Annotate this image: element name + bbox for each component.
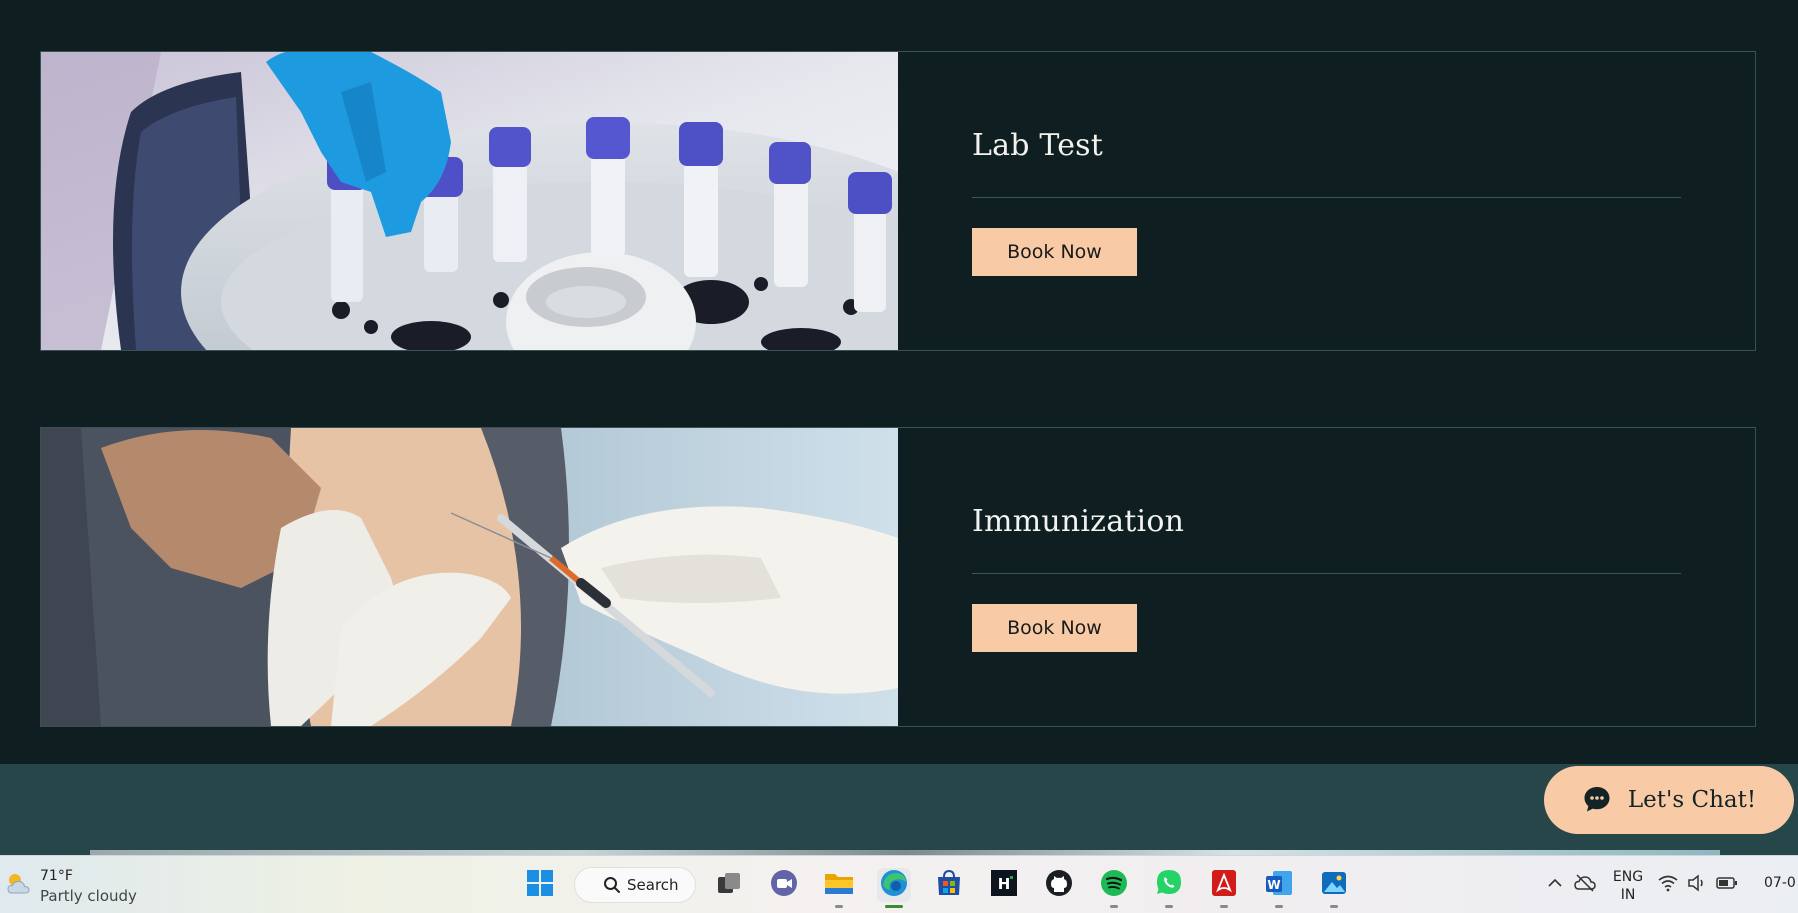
service-card-immunization: Immunization Book Now [40, 427, 1756, 727]
language-line2: IN [1620, 887, 1636, 903]
task-view-icon [714, 868, 744, 903]
book-now-button-lab-test[interactable]: Book Now [972, 228, 1137, 276]
running-indicator [1110, 905, 1118, 908]
task-view-button[interactable] [712, 868, 746, 902]
file-explorer-button[interactable] [822, 868, 856, 908]
volume-icon [1687, 873, 1707, 897]
wifi-icon [1658, 874, 1678, 897]
onedrive-button[interactable] [1568, 868, 1602, 902]
book-now-button-immunization[interactable]: Book Now [972, 604, 1137, 652]
start-button[interactable] [523, 868, 557, 902]
running-indicator [1220, 905, 1228, 908]
chat-bubble-icon [1582, 784, 1612, 817]
word-icon: W [1264, 868, 1294, 903]
weather-widget[interactable]: 71°F Partly cloudy [4, 866, 137, 906]
divider [972, 197, 1681, 198]
store-icon [934, 868, 964, 903]
lets-chat-button[interactable]: Let's Chat! [1544, 766, 1794, 834]
whatsapp-icon [1154, 868, 1184, 903]
teams-button[interactable] [767, 868, 801, 902]
chevron-up-icon [1547, 875, 1563, 896]
search-icon [603, 876, 621, 898]
lab-test-photo [41, 52, 898, 350]
page: Lab Test Book Now Immunization Book Now … [0, 0, 1798, 855]
battery-icon [1716, 876, 1738, 895]
pdf-icon [1209, 868, 1239, 903]
spotify-button[interactable] [1097, 868, 1131, 908]
taskbar: 71°F Partly cloudy Search H W ENG IN 07-… [0, 855, 1798, 913]
service-title: Immunization [972, 504, 1185, 539]
weather-temperature: 71°F [40, 868, 73, 884]
word-button[interactable]: W [1262, 868, 1296, 908]
immunization-body: Immunization Book Now [898, 428, 1755, 726]
running-indicator [1330, 905, 1338, 908]
lab-test-image [41, 52, 898, 350]
immunization-photo [41, 428, 898, 726]
edge-button[interactable] [877, 868, 911, 908]
taskbar-search[interactable]: Search [574, 867, 696, 903]
language-indicator[interactable]: ENG IN [1604, 868, 1652, 904]
clock[interactable]: 07-0 [1764, 875, 1796, 891]
photos-button[interactable] [1317, 868, 1351, 908]
language-line1: ENG [1612, 869, 1644, 885]
github-icon [1044, 868, 1074, 903]
github-button[interactable] [1042, 868, 1076, 902]
hackerrank-icon: H [989, 868, 1019, 903]
active-indicator [885, 905, 903, 908]
svg-text:H: H [998, 875, 1011, 893]
partly-cloudy-icon [4, 869, 34, 904]
photos-icon [1319, 868, 1349, 903]
store-button[interactable] [932, 868, 966, 902]
acrobat-button[interactable] [1207, 868, 1241, 908]
search-label: Search [627, 876, 679, 894]
divider [972, 573, 1681, 574]
lab-test-body: Lab Test Book Now [898, 52, 1755, 350]
weather-condition: Partly cloudy [40, 887, 137, 905]
quick-settings-button[interactable] [1658, 868, 1738, 902]
chat-label: Let's Chat! [1627, 787, 1757, 813]
footer-band [0, 764, 1798, 855]
hackerrank-button[interactable]: H [987, 868, 1021, 902]
running-indicator [835, 905, 843, 908]
video-chat-icon [769, 868, 799, 903]
windows-icon [525, 868, 555, 903]
service-title: Lab Test [972, 128, 1104, 163]
service-card-lab-test: Lab Test Book Now [40, 51, 1756, 351]
folder-icon [823, 868, 855, 903]
running-indicator [1165, 905, 1173, 908]
cloud-offline-icon [1573, 873, 1597, 898]
whatsapp-button[interactable] [1152, 868, 1186, 908]
spotify-icon [1099, 868, 1129, 903]
show-hidden-icons-button[interactable] [1538, 868, 1572, 902]
immunization-image [41, 428, 898, 726]
running-indicator [1275, 905, 1283, 908]
svg-text:W: W [1267, 878, 1280, 892]
edge-icon [879, 868, 909, 903]
